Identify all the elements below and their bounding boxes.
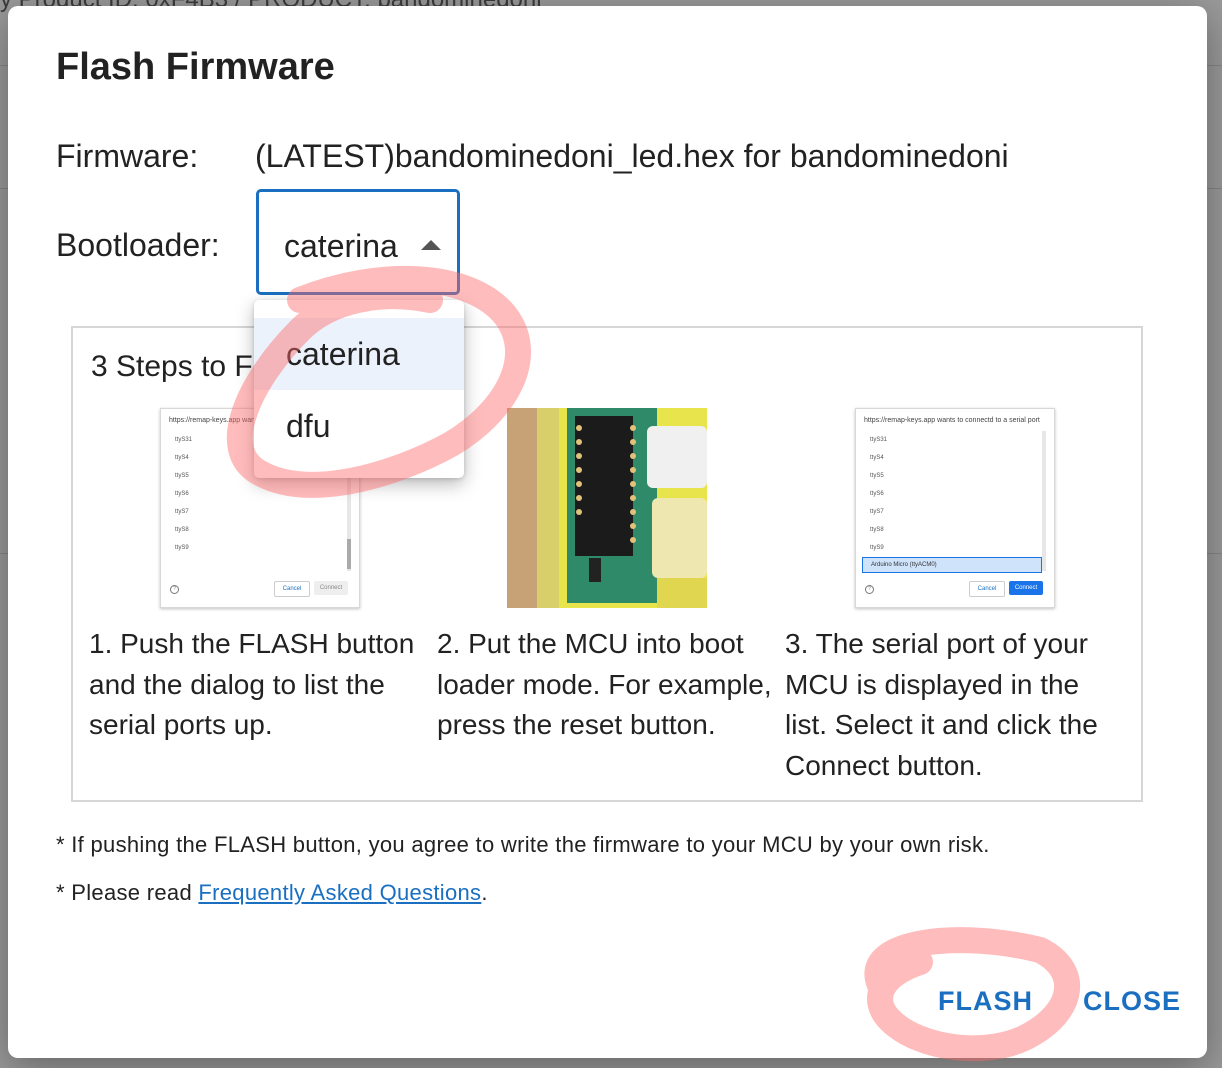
dialog-title: Flash Firmware — [56, 46, 335, 88]
close-button[interactable]: CLOSE — [1083, 986, 1181, 1017]
serial-cancel-button: Cancel — [274, 581, 310, 597]
bootloader-label: Bootloader: — [56, 227, 220, 263]
serial-connect-button: Connect — [314, 581, 348, 595]
serial-cancel-button: Cancel — [969, 581, 1005, 597]
menu-item-dfu[interactable]: dfu — [254, 390, 464, 462]
bootloader-selected-value: caterina — [284, 228, 398, 264]
port-item: ttyS7 — [175, 509, 189, 515]
port-item: ttyS31 — [175, 437, 193, 443]
mcu-photo-illustration — [507, 408, 707, 608]
flash-firmware-dialog: Flash Firmware Firmware: (LATEST)bandomi… — [8, 6, 1207, 1058]
firmware-label: Firmware: — [56, 138, 199, 174]
menu-item-caterina[interactable]: caterina — [254, 318, 464, 390]
firmware-value: (LATEST)bandominedoni_led.hex for bandom… — [255, 138, 1009, 174]
serial-dialog-header: https://remap-keys.app wants to connectd… — [864, 417, 1040, 424]
port-item: ttyS4 — [175, 455, 189, 461]
caret-up-icon — [421, 240, 441, 250]
port-item: ttyS6 — [870, 491, 884, 497]
port-item: ttyS9 — [870, 545, 884, 551]
faq-link[interactable]: Frequently Asked Questions — [198, 880, 481, 905]
bootloader-dropdown-menu: caterina dfu — [254, 300, 464, 478]
step-2-mcu-photo — [507, 408, 707, 608]
scrollbar-thumb — [347, 539, 351, 569]
steps-panel: 3 Steps to F https://remap-keys.app wan … — [71, 326, 1143, 802]
steps-title: 3 Steps to F — [91, 350, 253, 383]
serial-connect-button: Connect — [1009, 581, 1043, 595]
faq-note: * Please read Frequently Asked Questions… — [56, 880, 488, 906]
step-3-text: 3. The serial port of your MCU is displa… — [785, 628, 1098, 781]
port-item: ttyS4 — [870, 455, 884, 461]
selected-port-item: Arduino Micro (ttyACM0) — [862, 557, 1042, 573]
port-item: ttyS31 — [870, 437, 888, 443]
risk-note: * If pushing the FLASH button, you agree… — [56, 832, 990, 857]
port-item: ttyS8 — [175, 527, 189, 533]
port-item: ttyS7 — [870, 509, 884, 515]
bootloader-select[interactable]: caterina — [256, 189, 460, 295]
faq-note-suffix: . — [481, 880, 488, 905]
serial-dialog-header: https://remap-keys.app wan — [169, 417, 255, 424]
step-1-text: 1. Push the FLASH button and the dialog … — [89, 628, 415, 740]
step-3-image: https://remap-keys.app wants to connectd… — [855, 408, 1055, 608]
port-item: ttyS8 — [870, 527, 884, 533]
flash-button[interactable]: FLASH — [938, 986, 1033, 1017]
port-item: ttyS6 — [175, 491, 189, 497]
step-2-text: 2. Put the MCU into boot loader mode. Fo… — [437, 628, 772, 740]
scrollbar-track — [1042, 431, 1046, 571]
help-icon: ? — [865, 585, 874, 594]
port-item: ttyS9 — [175, 545, 189, 551]
faq-note-prefix: * Please read — [56, 880, 199, 905]
port-item: ttyS5 — [175, 473, 189, 479]
help-icon: ? — [170, 585, 179, 594]
port-item: ttyS5 — [870, 473, 884, 479]
